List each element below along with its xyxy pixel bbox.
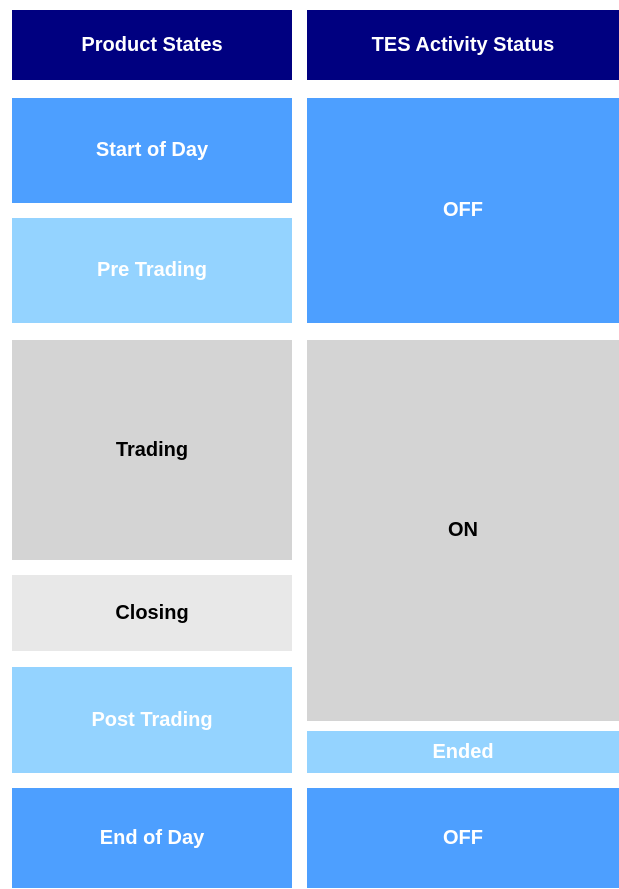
tes-activity-status-header: TES Activity Status (307, 10, 619, 80)
state-trading: Trading (12, 340, 292, 560)
status-off-late: OFF (307, 788, 619, 888)
status-ended: Ended (307, 731, 619, 773)
state-post-trading: Post Trading (12, 667, 292, 773)
state-closing: Closing (12, 575, 292, 651)
status-off-early: OFF (307, 98, 619, 323)
state-start-of-day: Start of Day (12, 98, 292, 203)
state-end-of-day: End of Day (12, 788, 292, 888)
product-states-header: Product States (12, 10, 292, 80)
state-pre-trading: Pre Trading (12, 218, 292, 323)
status-on: ON (307, 340, 619, 721)
